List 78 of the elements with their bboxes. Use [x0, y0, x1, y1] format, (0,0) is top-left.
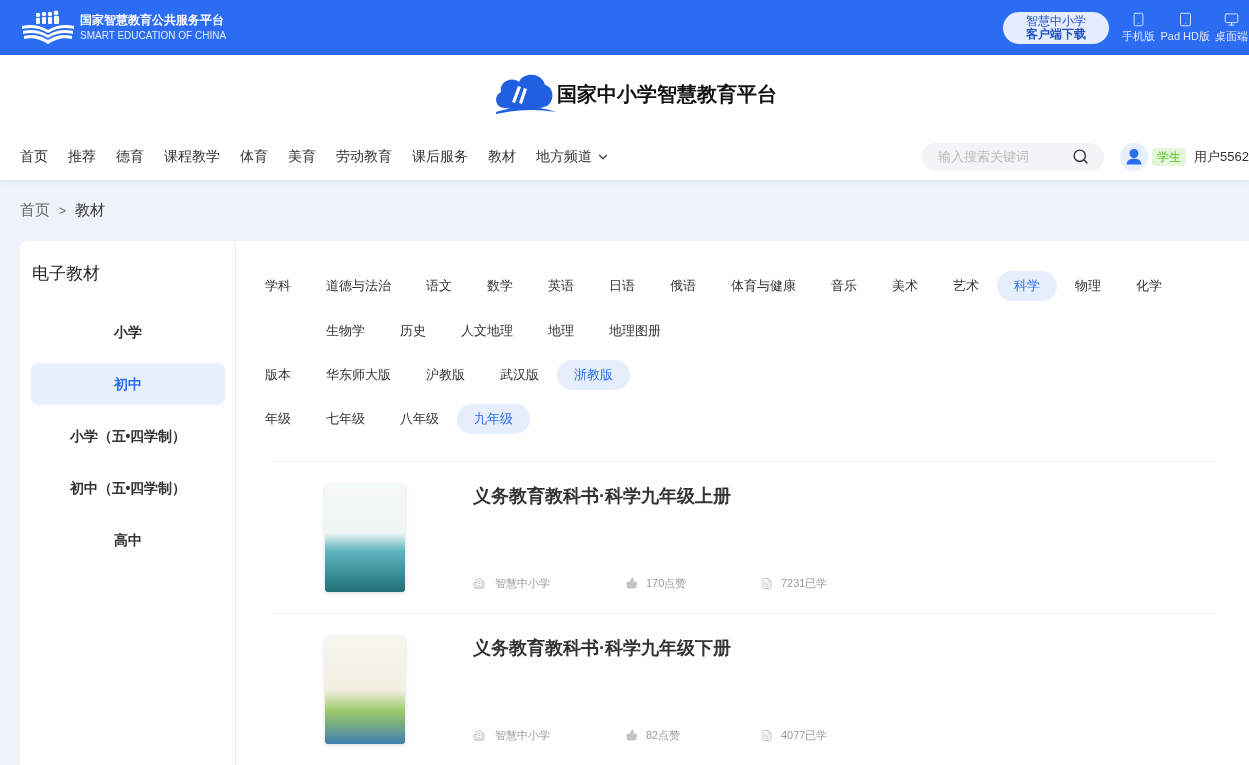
filter-option[interactable]: 生物学 [309, 316, 382, 346]
filter-option[interactable]: 俄语 [653, 271, 713, 301]
cover-image-placeholder[interactable] [325, 636, 405, 744]
breadcrumb-link[interactable]: 首页 [20, 199, 50, 222]
book-title[interactable]: 义务教育教科书·科学九年级上册 [473, 484, 828, 508]
filter-option[interactable]: 美术 [875, 271, 935, 301]
nav-link[interactable]: 首页 [20, 146, 48, 167]
learner-count: 7231已学 [781, 576, 828, 590]
device-version-link[interactable]: 桌面端 [1215, 12, 1248, 43]
filter-option[interactable]: 浙教版 [557, 360, 630, 390]
filter-option[interactable]: 人文地理 [444, 316, 530, 346]
nav-link[interactable]: 美育 [288, 146, 316, 167]
book-logo-icon [20, 9, 76, 46]
filter-option[interactable]: 物理 [1058, 271, 1118, 301]
sidebar-item[interactable]: 高中 [31, 519, 225, 561]
nav-link[interactable]: 课后服务 [412, 146, 468, 167]
like-count: 82点赞 [646, 728, 681, 742]
building-icon [473, 576, 485, 590]
filter-option[interactable]: 九年级 [457, 404, 530, 434]
filter-option[interactable]: 英语 [531, 271, 591, 301]
filter-option[interactable]: 体育与健康 [714, 271, 813, 301]
sidebar-item[interactable]: 初中（五•四学制） [31, 467, 225, 509]
filter-option[interactable]: 艺术 [936, 271, 996, 301]
thumbs-up-icon [626, 577, 638, 589]
filter-option[interactable]: 历史 [383, 316, 443, 346]
learner-count: 4077已学 [781, 728, 828, 742]
filter-option[interactable]: 日语 [592, 271, 652, 301]
book-title[interactable]: 义务教育教科书·科学九年级下册 [473, 636, 828, 660]
document-icon [761, 576, 773, 590]
user-name[interactable]: 用户5562 [1194, 146, 1249, 167]
search-icon[interactable] [1072, 147, 1090, 165]
monitor-icon [1224, 12, 1239, 27]
role-badge: 学生 [1152, 147, 1187, 166]
sidebar-title: 电子教材 [31, 263, 101, 285]
filter-option[interactable]: 七年级 [309, 404, 382, 434]
filter-label: 版本 [265, 366, 292, 384]
filter-option[interactable]: 八年级 [383, 404, 456, 434]
filter-label: 学科 [265, 277, 292, 295]
building-icon [473, 728, 485, 742]
breadcrumb-separator: > [59, 202, 66, 220]
like-count: 170点赞 [646, 576, 687, 590]
filter-option[interactable]: 地理 [531, 316, 591, 346]
sidebar-item[interactable]: 小学 [31, 311, 225, 353]
publisher-name: 智慧中小学 [495, 576, 550, 590]
filter-option[interactable]: 音乐 [814, 271, 874, 301]
filter-option[interactable]: 语文 [409, 271, 469, 301]
filter-option[interactable]: 化学 [1119, 271, 1179, 301]
nav-link[interactable]: 劳动教育 [336, 146, 392, 167]
platform-title: 国家中小学智慧教育平台 [557, 82, 777, 107]
sidebar-item[interactable]: 初中 [31, 363, 225, 405]
filter-option[interactable]: 沪教版 [409, 360, 482, 390]
filter-label: 年级 [265, 410, 292, 428]
filter-option[interactable]: 地理图册 [592, 316, 678, 346]
publisher-name: 智慧中小学 [495, 728, 550, 742]
nav-link[interactable]: 教材 [488, 146, 516, 167]
phone-icon [1131, 12, 1147, 27]
nav-link[interactable]: 推荐 [68, 146, 96, 167]
nav-link[interactable]: 课程教学 [164, 146, 220, 167]
filter-option[interactable]: 科学 [997, 271, 1057, 301]
filter-option[interactable]: 华东师大版 [309, 360, 408, 390]
sidebar-item[interactable]: 小学（五•四学制） [31, 415, 225, 457]
document-icon [761, 728, 773, 742]
user-avatar-icon[interactable] [1120, 142, 1149, 171]
client-download-button[interactable]: 智慧中小学 客户端下载 [1003, 11, 1110, 44]
tablet-icon [1177, 12, 1193, 27]
filter-option[interactable]: 武汉版 [483, 360, 556, 390]
platform-subtitle: SMART EDUCATION OF CHINA [80, 29, 227, 42]
device-version-link[interactable]: 手机版 [1122, 12, 1156, 43]
nav-link[interactable]: 地方频道 [536, 146, 610, 167]
filter-option[interactable]: 数学 [470, 271, 530, 301]
breadcrumb-current: 教材 [75, 200, 105, 221]
filter-option[interactable]: 道德与法治 [309, 271, 408, 301]
device-version-link[interactable]: Pad HD版 [1160, 12, 1210, 43]
cover-image-placeholder[interactable] [325, 484, 405, 592]
thumbs-up-icon [626, 729, 638, 741]
nav-link[interactable]: 体育 [240, 146, 268, 167]
platform-name: 国家智慧教育公共服务平台 [80, 13, 225, 28]
nav-link[interactable]: 德育 [116, 146, 144, 167]
